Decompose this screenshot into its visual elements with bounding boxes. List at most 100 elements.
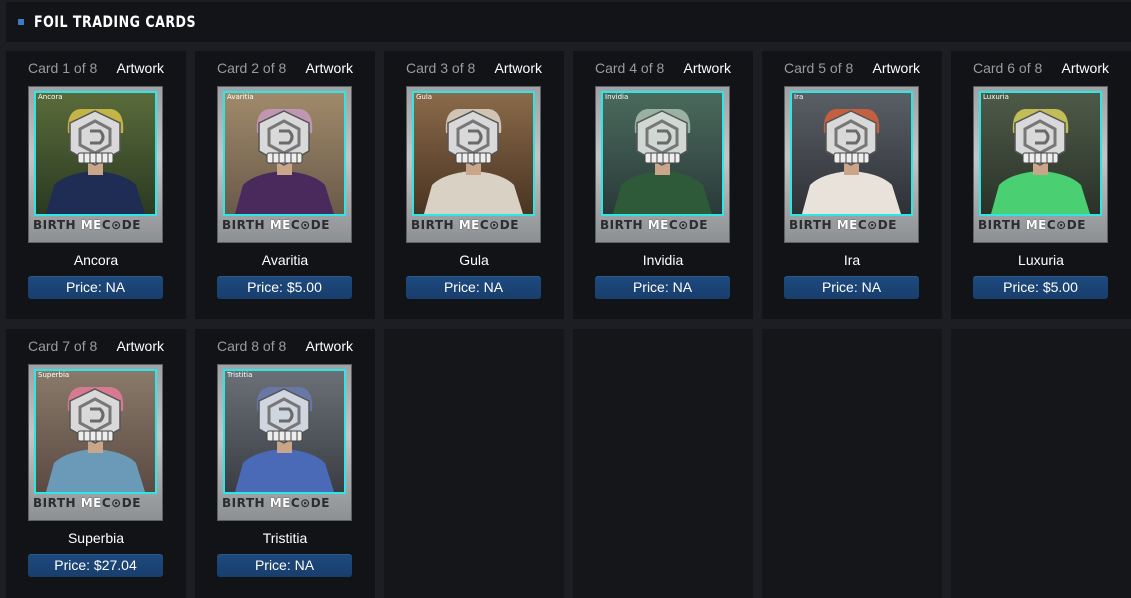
- price-button[interactable]: Price: $5.00: [217, 276, 352, 299]
- card-brand-logo: BIRTH MEC⊙DE: [978, 218, 1103, 237]
- card-artwork: Tristitia: [223, 369, 346, 494]
- price-button[interactable]: Price: NA: [406, 276, 541, 299]
- trading-card-image[interactable]: Ira BIRTH MEC⊙DE: [784, 86, 919, 243]
- card-brand-logo: BIRTH MEC⊙DE: [33, 496, 158, 515]
- character-illustration: [991, 109, 1090, 214]
- card-artwork: Ira: [790, 91, 913, 216]
- card-brand-logo: BIRTH MEC⊙DE: [411, 218, 536, 237]
- card-art-label: Superbia: [38, 371, 70, 379]
- card-counter: Card 5 of 8: [784, 60, 854, 76]
- empty-card-cell: [951, 329, 1131, 598]
- trading-card-image[interactable]: Tristitia BIRTH MEC⊙DE: [217, 364, 352, 521]
- empty-card-cell: [384, 329, 564, 598]
- brand-text: BIRTH: [33, 496, 77, 510]
- price-button[interactable]: Price: NA: [28, 276, 163, 299]
- card-cell: Card 2 of 8 Artwork Avaritia BIRTH MEC⊙D…: [195, 51, 375, 319]
- artwork-link[interactable]: Artwork: [495, 60, 542, 76]
- card-cell: Card 3 of 8 Artwork Gula BIRTH MEC⊙DE Gu…: [384, 51, 564, 319]
- card-cell: Card 6 of 8 Artwork Luxuria BIRTH MEC⊙DE…: [951, 51, 1131, 319]
- card-cell: Card 4 of 8 Artwork Invidia BIRTH MEC⊙DE…: [573, 51, 753, 319]
- brand-text: BIRTH: [600, 218, 644, 232]
- price-button[interactable]: Price: $5.00: [973, 276, 1108, 299]
- brand-text: BIRTH: [978, 218, 1022, 232]
- card-counter: Card 7 of 8: [28, 338, 98, 354]
- trading-card-image[interactable]: Ancora BIRTH MEC⊙DE: [28, 86, 163, 243]
- brand-text-code: C⊙DE: [290, 218, 330, 232]
- character-illustration: [235, 109, 334, 214]
- price-button[interactable]: Price: NA: [217, 554, 352, 577]
- brand-text-code: C⊙DE: [668, 218, 708, 232]
- card-brand-logo: BIRTH MEC⊙DE: [33, 218, 158, 237]
- card-artwork: Ancora: [34, 91, 157, 216]
- brand-text-code: C⊙DE: [101, 218, 141, 232]
- card-cell: Card 8 of 8 Artwork Tristitia BIRTH MEC⊙…: [195, 329, 375, 598]
- brand-text-me: ME: [647, 218, 669, 232]
- artwork-link[interactable]: Artwork: [684, 60, 731, 76]
- card-counter: Card 2 of 8: [217, 60, 287, 76]
- card-artwork: Invidia: [601, 91, 724, 216]
- empty-card-cell: [573, 329, 753, 598]
- card-art-label: Avaritia: [227, 93, 254, 101]
- card-name: Superbia: [67, 530, 125, 546]
- trading-card-image[interactable]: Gula BIRTH MEC⊙DE: [406, 86, 541, 243]
- card-counter: Card 3 of 8: [406, 60, 476, 76]
- brand-text-me: ME: [458, 218, 480, 232]
- card-brand-logo: BIRTH MEC⊙DE: [222, 218, 347, 237]
- card-name: Tristitia: [262, 530, 308, 546]
- artwork-link[interactable]: Artwork: [117, 60, 164, 76]
- card-name: Gula: [459, 252, 489, 268]
- character-illustration: [46, 109, 145, 214]
- brand-text: BIRTH: [33, 218, 77, 232]
- section-header: FOIL TRADING CARDS: [6, 2, 1131, 42]
- trading-card-image[interactable]: Luxuria BIRTH MEC⊙DE: [973, 86, 1108, 243]
- brand-text-me: ME: [80, 218, 102, 232]
- card-artwork: Superbia: [34, 369, 157, 494]
- artwork-link[interactable]: Artwork: [1062, 60, 1109, 76]
- card-art-label: Ancora: [38, 93, 63, 101]
- brand-text: BIRTH: [222, 218, 266, 232]
- card-cell: Card 7 of 8 Artwork Superbia BIRTH MEC⊙D…: [6, 329, 186, 598]
- card-name: Ira: [843, 252, 861, 268]
- header-square-icon: [18, 19, 24, 25]
- card-art-label: Tristitia: [227, 371, 253, 379]
- card-counter: Card 4 of 8: [595, 60, 665, 76]
- card-name: Avaritia: [261, 252, 309, 268]
- price-button[interactable]: Price: NA: [595, 276, 730, 299]
- artwork-link[interactable]: Artwork: [306, 338, 353, 354]
- card-art-label: Ira: [794, 93, 804, 101]
- card-cell: Card 5 of 8 Artwork Ira BIRTH MEC⊙DE Ira…: [762, 51, 942, 319]
- character-illustration: [802, 109, 901, 214]
- card-name: Luxuria: [1018, 252, 1064, 268]
- card-brand-logo: BIRTH MEC⊙DE: [789, 218, 914, 237]
- card-brand-logo: BIRTH MEC⊙DE: [600, 218, 725, 237]
- brand-text-me: ME: [1025, 218, 1047, 232]
- card-counter: Card 1 of 8: [28, 60, 98, 76]
- card-artwork: Avaritia: [223, 91, 346, 216]
- brand-text-code: C⊙DE: [857, 218, 897, 232]
- artwork-link[interactable]: Artwork: [117, 338, 164, 354]
- card-counter: Card 6 of 8: [973, 60, 1043, 76]
- card-art-label: Luxuria: [983, 93, 1009, 101]
- trading-card-image[interactable]: Superbia BIRTH MEC⊙DE: [28, 364, 163, 521]
- brand-text-me: ME: [269, 218, 291, 232]
- artwork-link[interactable]: Artwork: [306, 60, 353, 76]
- price-button[interactable]: Price: $27.04: [28, 554, 163, 577]
- card-brand-logo: BIRTH MEC⊙DE: [222, 496, 347, 515]
- brand-text-code: C⊙DE: [479, 218, 519, 232]
- brand-text-me: ME: [836, 218, 858, 232]
- card-name: Invidia: [642, 252, 684, 268]
- trading-card-image[interactable]: Avaritia BIRTH MEC⊙DE: [217, 86, 352, 243]
- character-illustration: [613, 109, 712, 214]
- character-illustration: [46, 387, 145, 492]
- brand-text: BIRTH: [789, 218, 833, 232]
- card-name: Ancora: [73, 252, 119, 268]
- brand-text: BIRTH: [411, 218, 455, 232]
- brand-text-me: ME: [269, 496, 291, 510]
- trading-card-image[interactable]: Invidia BIRTH MEC⊙DE: [595, 86, 730, 243]
- character-illustration: [424, 109, 523, 214]
- artwork-link[interactable]: Artwork: [873, 60, 920, 76]
- price-button[interactable]: Price: NA: [784, 276, 919, 299]
- brand-text-code: C⊙DE: [1046, 218, 1086, 232]
- brand-text-me: ME: [80, 496, 102, 510]
- card-artwork: Luxuria: [979, 91, 1102, 216]
